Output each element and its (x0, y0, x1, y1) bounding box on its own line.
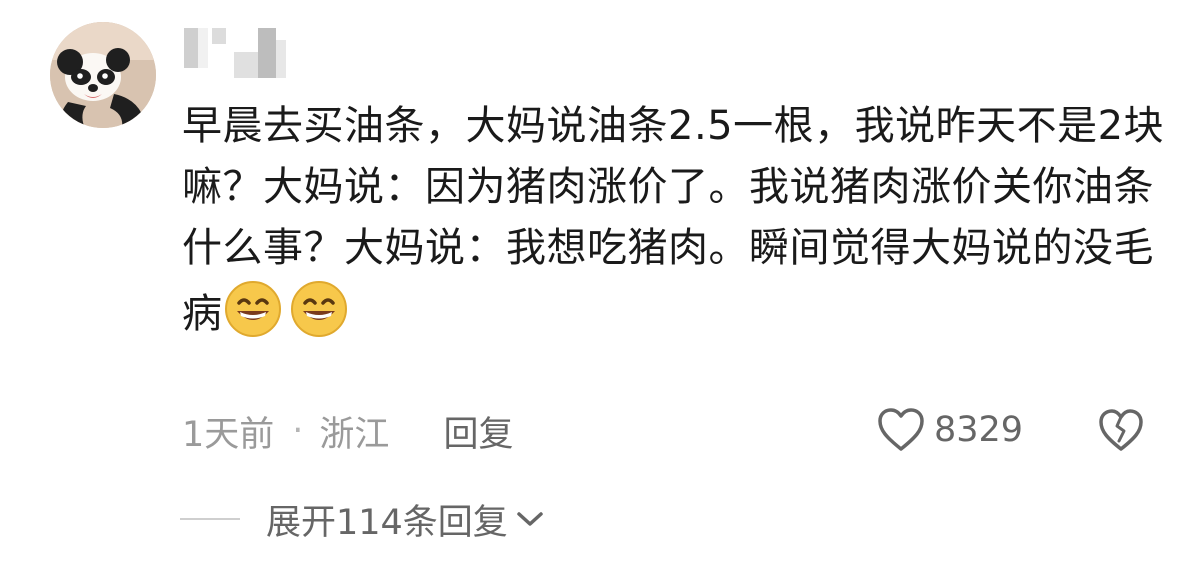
expand-divider-line (180, 518, 240, 520)
grinning-face-emoji (223, 279, 283, 339)
heart-outline-icon (878, 408, 924, 451)
expand-replies-row[interactable]: 展开114条回复 (180, 495, 544, 543)
separator-dot: · (292, 411, 304, 451)
comment-location: 浙江 (319, 414, 390, 455)
comment-body: 早晨去买油条，大妈说油条2.5一根，我说昨天不是2块嘛？大妈说：因为猪肉涨价了。… (182, 96, 1172, 345)
grinning-face-icon (290, 281, 347, 337)
comment-time: 1天前 (182, 414, 275, 455)
chevron-down-icon (516, 510, 544, 528)
grinning-face-emoji (289, 279, 349, 339)
grinning-face-icon (224, 281, 281, 337)
pixelated-username-icon (184, 28, 286, 78)
username[interactable] (182, 26, 292, 80)
chevron-down-glyph (517, 512, 543, 526)
comment-card: 早晨去买油条，大妈说油条2.5一根，我说昨天不是2块嘛？大妈说：因为猪肉涨价了。… (0, 0, 1200, 576)
avatar[interactable] (50, 22, 156, 128)
panda-avatar-image (50, 22, 156, 128)
like-button[interactable]: 8329 (876, 404, 1023, 456)
reply-button[interactable]: 回复 (443, 406, 513, 457)
expand-replies-label: 展开114条回复 (266, 502, 508, 543)
like-count: 8329 (934, 410, 1024, 450)
broken-heart-icon (1099, 409, 1143, 451)
dislike-button[interactable] (1096, 404, 1146, 456)
comment-meta: 1天前 · 浙江 回复 (182, 406, 513, 457)
